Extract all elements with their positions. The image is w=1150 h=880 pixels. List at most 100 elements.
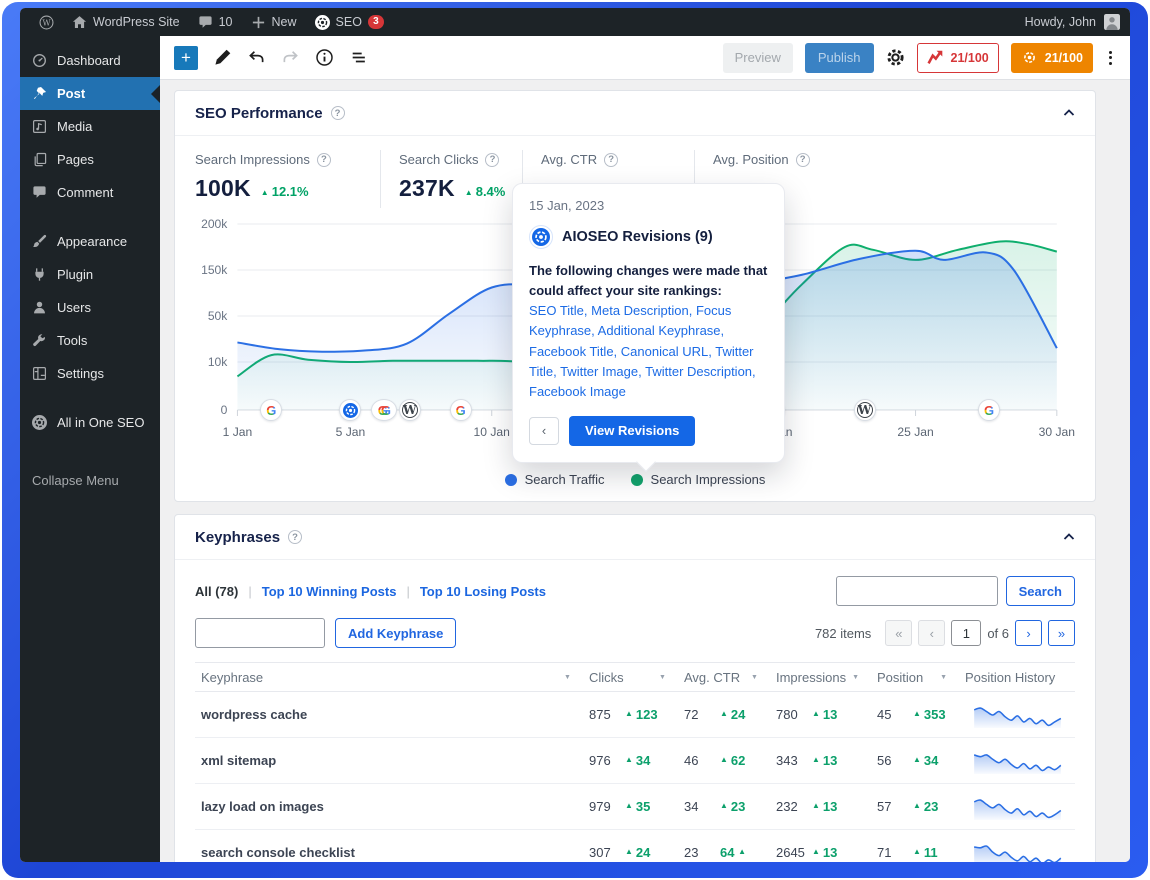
preview-button[interactable]: Preview <box>723 43 793 73</box>
revision-change-link[interactable]: Additional Keyphrase <box>598 323 721 338</box>
column-header-avg-ctr[interactable]: Avg. CTR▼ <box>678 663 770 692</box>
metric-search-impressions: Search Impressions?100K▲12.1% <box>195 150 380 208</box>
sidebar-item-pages[interactable]: Pages <box>20 143 160 176</box>
revision-change-link[interactable]: Meta Description <box>591 303 689 318</box>
column-header-impressions[interactable]: Impressions▼ <box>770 663 871 692</box>
metric-delta: ▲12.1% <box>261 184 309 199</box>
help-icon[interactable]: ? <box>485 153 499 167</box>
sort-icon[interactable]: ▼ <box>940 674 947 681</box>
first-page-icon[interactable]: « <box>885 620 912 646</box>
table-row[interactable]: xml sitemap976▲3446▲62343▲1356▲34 <box>195 738 1075 784</box>
position-history-cell <box>959 692 1075 738</box>
collapse-menu-label: Collapse Menu <box>32 473 119 488</box>
wordpress-logo-icon: W <box>39 15 54 30</box>
comments-link[interactable]: 10 <box>189 8 242 36</box>
more-options-kebab-icon[interactable] <box>1105 48 1116 67</box>
sort-icon[interactable]: ▼ <box>751 674 758 681</box>
edit-pencil-icon[interactable] <box>213 48 232 67</box>
metric-cell: 34▲23 <box>678 784 770 830</box>
wordpress-axis-icon[interactable]: W <box>854 399 876 421</box>
keyphrase-filters: All (78)|Top 10 Winning Posts|Top 10 Los… <box>195 584 546 599</box>
undo-icon[interactable] <box>247 48 266 67</box>
aioseo-score-badge[interactable]: 21/100 <box>1011 43 1093 73</box>
sidebar-item-comment[interactable]: Comment <box>20 176 160 209</box>
user-avatar[interactable] <box>1104 14 1120 30</box>
revision-change-link[interactable]: SEO Title <box>529 303 584 318</box>
sort-icon[interactable]: ▼ <box>852 674 859 681</box>
filter-top-10-losing-posts[interactable]: Top 10 Losing Posts <box>420 584 546 599</box>
svg-text:200k: 200k <box>201 217 228 231</box>
last-page-icon[interactable]: » <box>1048 620 1075 646</box>
aioseo-axis-icon[interactable] <box>339 399 361 421</box>
info-icon[interactable] <box>315 48 334 67</box>
add-keyphrase-button[interactable]: Add Keyphrase <box>335 618 456 648</box>
sidebar-collapse-menu[interactable]: Collapse Menu <box>20 465 160 495</box>
search-button[interactable]: Search <box>1006 576 1075 606</box>
collapse-chevron-icon[interactable] <box>1063 531 1075 543</box>
revision-change-link[interactable]: Canonical URL <box>621 344 708 359</box>
sidebar-item-tools[interactable]: Tools <box>20 324 160 357</box>
sidebar-item-post[interactable]: Post <box>20 77 160 110</box>
google-axis-icon[interactable]: G <box>450 399 472 421</box>
column-label: Position <box>877 670 923 685</box>
help-icon[interactable]: ? <box>317 153 331 167</box>
wordpress-logo-menu[interactable]: W <box>30 8 63 36</box>
revision-change-link[interactable]: Twitter Image <box>560 364 638 379</box>
revision-change-link[interactable]: Twitter Description <box>645 364 752 379</box>
google-axis-icon[interactable]: G <box>260 399 282 421</box>
view-revisions-button[interactable]: View Revisions <box>569 416 695 446</box>
items-count-label: 782 items <box>815 626 871 641</box>
keyphrase-search-input[interactable] <box>836 576 998 606</box>
revision-change-link[interactable]: Facebook Title <box>529 344 614 359</box>
new-keyphrase-input[interactable] <box>195 618 325 648</box>
sidebar-item-all-in-one-seo[interactable]: All in One SEO <box>20 406 160 439</box>
collapse-chevron-icon[interactable] <box>1063 107 1075 119</box>
revision-change-link[interactable]: Facebook Image <box>529 384 626 399</box>
google-double-axis-icon[interactable]: GG <box>371 399 397 421</box>
google-axis-icon[interactable]: G <box>978 399 1000 421</box>
sidebar-item-label: Appearance <box>57 234 127 249</box>
sidebar-item-settings[interactable]: Settings <box>20 357 160 390</box>
help-icon[interactable]: ? <box>796 153 810 167</box>
google-icon: G <box>266 404 276 417</box>
wordpress-axis-icon[interactable]: W <box>399 399 421 421</box>
cell-value: 34 <box>684 799 716 814</box>
filter-top-10-winning-posts[interactable]: Top 10 Winning Posts <box>262 584 397 599</box>
svg-text:5 Jan: 5 Jan <box>336 425 366 439</box>
help-icon[interactable]: ? <box>604 153 618 167</box>
table-row[interactable]: search console checklist307▲242364 ▲2645… <box>195 830 1075 863</box>
help-icon[interactable]: ? <box>331 106 345 120</box>
sort-icon[interactable]: ▼ <box>564 674 571 681</box>
filter-all-78-[interactable]: All (78) <box>195 584 238 599</box>
seo-menu[interactable]: SEO 3 <box>306 8 393 36</box>
sidebar-item-media[interactable]: Media <box>20 110 160 143</box>
truseo-score-badge[interactable]: 21/100 <box>917 43 999 73</box>
cell-value: 343 <box>776 753 808 768</box>
redo-icon[interactable] <box>281 48 300 67</box>
column-header-keyphrase[interactable]: Keyphrase▼ <box>195 663 583 692</box>
table-row[interactable]: wordpress cache875▲12372▲24780▲1345▲353 <box>195 692 1075 738</box>
current-page-input[interactable] <box>951 620 981 646</box>
howdy-user-label[interactable]: Howdy, John <box>1025 15 1096 29</box>
column-header-position[interactable]: Position ▼ <box>871 663 959 692</box>
block-inserter-button[interactable]: + <box>174 46 198 70</box>
sort-icon[interactable]: ▼ <box>659 674 666 681</box>
site-name-link[interactable]: WordPress Site <box>63 8 189 36</box>
next-page-icon[interactable]: › <box>1015 620 1042 646</box>
position-history-cell <box>959 738 1075 784</box>
sidebar-item-users[interactable]: Users <box>20 291 160 324</box>
tooltip-back-button[interactable]: ‹ <box>529 417 559 445</box>
help-icon[interactable]: ? <box>288 530 302 544</box>
sidebar-item-appearance[interactable]: Appearance <box>20 225 160 258</box>
sidebar-item-plugin[interactable]: Plugin <box>20 258 160 291</box>
keyphrase-cell: wordpress cache <box>195 692 583 738</box>
sidebar-item-dashboard[interactable]: Dashboard <box>20 44 160 77</box>
cell-value: 232 <box>776 799 808 814</box>
previous-page-icon[interactable]: ‹ <box>918 620 945 646</box>
settings-gear-icon[interactable] <box>886 48 905 67</box>
table-row[interactable]: lazy load on images979▲3534▲23232▲1357▲2… <box>195 784 1075 830</box>
publish-button[interactable]: Publish <box>805 43 874 73</box>
list-view-icon[interactable] <box>349 48 368 67</box>
column-header-clicks[interactable]: Clicks▼ <box>583 663 678 692</box>
new-content-menu[interactable]: New <box>242 8 306 36</box>
